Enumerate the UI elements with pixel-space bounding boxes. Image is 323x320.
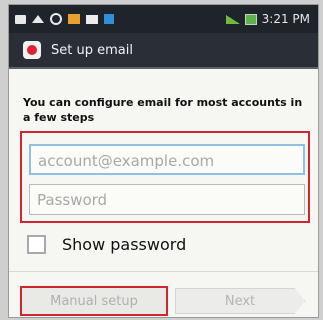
setup-form: You can configure email for most account… [9,69,318,317]
signal-icon [225,14,240,24]
next-button[interactable]: Next [175,288,305,314]
action-bar: Manual setup Next [9,286,318,317]
title-bar: Set up email [9,33,318,69]
email-app-icon [23,41,41,59]
phone-screen: 3:21 PM Set up email You can configure e… [8,4,319,318]
intro-text: You can configure email for most account… [23,96,303,124]
status-bar: 3:21 PM [9,5,318,33]
sync-icon [50,13,62,25]
show-password-row[interactable]: Show password [27,235,186,254]
page-title: Set up email [51,42,133,58]
mail-icon [86,14,98,24]
home-icon [32,15,44,23]
app-notification-icon [104,14,114,24]
photo-icon [68,14,80,24]
battery-icon [244,13,257,25]
password-field[interactable]: Password [29,184,305,215]
show-password-checkbox[interactable] [27,235,46,254]
notification-icon [15,14,26,24]
status-time: 3:21 PM [261,12,310,26]
show-password-label: Show password [62,235,187,254]
divider [9,271,318,272]
manual-setup-button[interactable]: Manual setup [20,286,168,316]
email-field[interactable]: account@example.com [29,144,305,175]
